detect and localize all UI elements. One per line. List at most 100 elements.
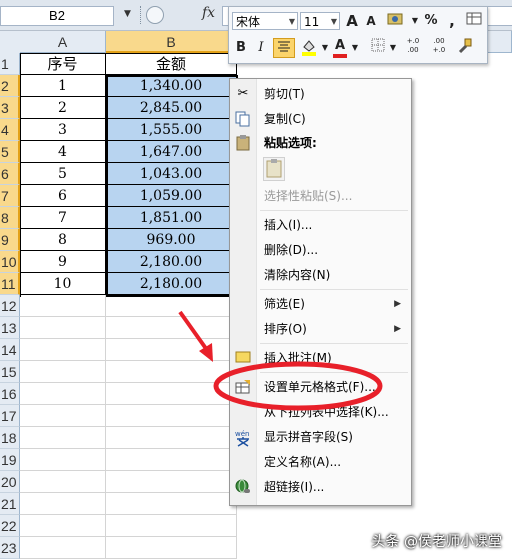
cell-b[interactable] [106, 537, 237, 559]
row-header[interactable]: 20 [0, 471, 20, 493]
cell-a[interactable]: 8 [20, 229, 106, 251]
menu-item-copy[interactable]: 复制(C) [230, 108, 411, 130]
menu-item-clear-contents[interactable]: 清除内容(N) [230, 264, 411, 286]
format-brush-icon[interactable] [455, 38, 475, 58]
italic-button[interactable]: I [253, 38, 269, 58]
cell-b[interactable]: 2,180.00 [106, 251, 237, 273]
row-header[interactable]: 7 [0, 185, 20, 207]
insert-function-icon[interactable]: fx [202, 5, 215, 21]
paste-button[interactable] [263, 157, 285, 181]
row-header[interactable]: 21 [0, 493, 20, 515]
bold-button[interactable]: B [233, 38, 249, 58]
font-color-button[interactable]: A [331, 36, 349, 58]
cell-a[interactable]: 序号 [20, 53, 106, 75]
row-header[interactable]: 10 [0, 251, 20, 273]
comma-style-button[interactable]: , [445, 11, 459, 31]
cell-a[interactable] [20, 339, 106, 361]
font-name-select[interactable]: 宋体 ▼ [232, 12, 298, 30]
cell-b[interactable] [106, 493, 237, 515]
cell-a[interactable] [20, 537, 106, 559]
chevron-down-icon[interactable]: ▼ [388, 38, 398, 58]
menu-item-paste-special[interactable]: 选择性粘贴(S)... [230, 185, 411, 207]
cell-a[interactable] [20, 427, 106, 449]
cell-a[interactable]: 6 [20, 185, 106, 207]
cell-b[interactable]: 1,555.00 [106, 119, 237, 141]
decrease-decimal-button[interactable]: .00 +.0 [427, 37, 451, 57]
row-header[interactable]: 22 [0, 515, 20, 537]
fill-color-icon[interactable] [299, 38, 319, 58]
menu-item-format-cells[interactable]: 设置单元格格式(F)... [230, 376, 411, 398]
row-header[interactable]: 5 [0, 141, 20, 163]
format-painter-icon[interactable] [465, 11, 483, 31]
cell-b[interactable] [106, 383, 237, 405]
cell-a[interactable] [20, 361, 106, 383]
row-header[interactable]: 9 [0, 229, 20, 251]
increase-decimal-button[interactable]: +.0 .00 [401, 37, 425, 57]
column-header-b[interactable]: B [106, 31, 237, 53]
row-header[interactable]: 15 [0, 361, 20, 383]
cell-b[interactable]: 1,851.00 [106, 207, 237, 229]
menu-item-hyperlink[interactable]: 超链接(I)... [230, 476, 411, 498]
chevron-down-icon[interactable]: ▼ [350, 38, 360, 58]
font-size-select[interactable]: 11 ▼ [300, 12, 340, 30]
cell-b[interactable] [106, 361, 237, 383]
borders-icon[interactable] [369, 38, 387, 58]
chevron-down-icon[interactable]: ▼ [320, 38, 330, 58]
cell-a[interactable] [20, 493, 106, 515]
cell-a[interactable] [20, 515, 106, 537]
row-header[interactable]: 18 [0, 427, 20, 449]
cell-b[interactable] [106, 339, 237, 361]
row-header[interactable]: 3 [0, 97, 20, 119]
row-header[interactable]: 2 [0, 75, 20, 97]
cell-b[interactable] [106, 449, 237, 471]
menu-item-insert-comment[interactable]: 插入批注(M) [230, 347, 411, 369]
row-header[interactable]: 23 [0, 537, 20, 559]
cell-b[interactable] [106, 405, 237, 427]
cell-b[interactable]: 金额 [106, 53, 237, 75]
row-header[interactable]: 14 [0, 339, 20, 361]
name-box-dropdown-icon[interactable]: ▼ [124, 9, 131, 19]
row-header[interactable]: 19 [0, 449, 20, 471]
menu-item-cut[interactable]: ✂ 剪切(T) [230, 83, 411, 105]
row-header[interactable]: 6 [0, 163, 20, 185]
menu-item-filter[interactable]: 筛选(E) ▶ [230, 293, 411, 315]
cell-a[interactable] [20, 295, 106, 317]
cell-b[interactable]: 1,059.00 [106, 185, 237, 207]
cell-b[interactable]: 1,043.00 [106, 163, 237, 185]
cell-a[interactable] [20, 471, 106, 493]
cell-a[interactable]: 1 [20, 75, 106, 97]
cancel-circle-icon[interactable] [146, 6, 164, 24]
cell-a[interactable]: 3 [20, 119, 106, 141]
chevron-down-icon[interactable]: ▼ [409, 11, 421, 31]
cell-a[interactable]: 4 [20, 141, 106, 163]
cell-a[interactable]: 2 [20, 97, 106, 119]
shrink-font-button[interactable]: A [363, 11, 379, 31]
cell-a[interactable]: 5 [20, 163, 106, 185]
menu-item-phonetic[interactable]: wén 显示拼音字段(S) [230, 426, 411, 448]
select-all-corner[interactable] [0, 31, 21, 54]
grow-font-button[interactable]: A [343, 11, 361, 31]
cell-b[interactable]: 2,845.00 [106, 97, 237, 119]
row-header[interactable]: 1 [0, 53, 20, 75]
menu-item-sort[interactable]: 排序(O) ▶ [230, 318, 411, 340]
cell-a[interactable]: 7 [20, 207, 106, 229]
menu-item-define-name[interactable]: 定义名称(A)... [230, 451, 411, 473]
cell-b[interactable] [106, 295, 237, 317]
cell-b[interactable]: 1,340.00 [106, 75, 237, 97]
cell-a[interactable]: 9 [20, 251, 106, 273]
cell-b[interactable] [106, 427, 237, 449]
row-header[interactable]: 17 [0, 405, 20, 427]
accounting-format-icon[interactable] [385, 11, 407, 31]
cell-b[interactable]: 969.00 [106, 229, 237, 251]
row-header[interactable]: 8 [0, 207, 20, 229]
formula-bar-splitter[interactable] [140, 6, 143, 24]
cell-a[interactable] [20, 383, 106, 405]
cell-b[interactable] [106, 317, 237, 339]
row-header[interactable]: 4 [0, 119, 20, 141]
menu-item-pick-from-list[interactable]: 从下拉列表中选择(K)... [230, 401, 411, 423]
percent-button[interactable]: % [422, 11, 440, 31]
cell-a[interactable] [20, 317, 106, 339]
column-header-a[interactable]: A [20, 31, 106, 53]
row-header[interactable]: 11 [0, 273, 20, 295]
cell-a[interactable]: 10 [20, 273, 106, 295]
